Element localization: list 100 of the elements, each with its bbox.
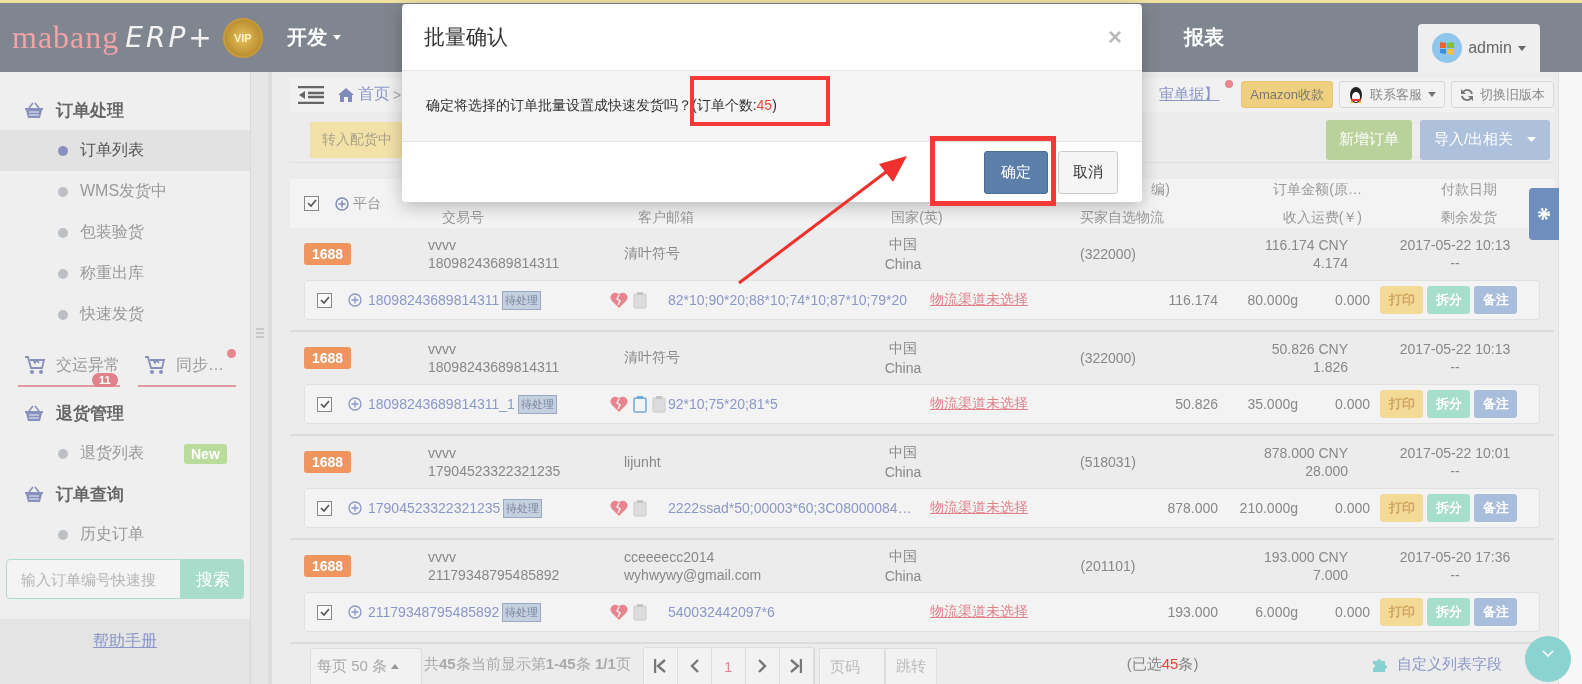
- caret-icon: [391, 664, 400, 669]
- action-button[interactable]: 备注: [1474, 598, 1517, 627]
- price: 116.174: [1167, 292, 1218, 309]
- user-menu[interactable]: admin: [1418, 24, 1540, 72]
- order-number[interactable]: 18098243689814311_1: [368, 396, 515, 413]
- sidebar-item[interactable]: 快速发货: [0, 294, 250, 335]
- top-button[interactable]: 切换旧版本: [1451, 81, 1554, 109]
- section-title: 退货管理: [56, 402, 124, 425]
- country-name: 中国: [889, 236, 917, 255]
- close-button[interactable]: ×: [1108, 23, 1122, 51]
- customer-text: 清叶符号: [624, 245, 681, 264]
- checkbox[interactable]: [304, 196, 319, 212]
- action-button[interactable]: 备注: [1474, 390, 1517, 419]
- logistics-link[interactable]: 物流渠道未选择: [930, 603, 1130, 622]
- platform-badge: 1688: [304, 451, 352, 474]
- first-page-button[interactable]: [643, 648, 678, 684]
- count-badge: 11: [92, 373, 118, 387]
- new-order-button[interactable]: 新增订单: [1326, 119, 1412, 160]
- shipping-income: 1.826: [1312, 359, 1348, 376]
- custom-fields-link[interactable]: 自定义列表字段: [1397, 654, 1502, 674]
- page-button[interactable]: 1: [711, 648, 746, 684]
- sidebar-item[interactable]: 包装验货: [0, 212, 250, 253]
- action-button[interactable]: 备注: [1474, 494, 1517, 523]
- expand-icon[interactable]: [348, 293, 362, 308]
- price: 193.000: [1166, 604, 1218, 621]
- checkbox[interactable]: [317, 500, 332, 516]
- settings-button[interactable]: [1529, 188, 1559, 240]
- checkbox[interactable]: [317, 292, 332, 308]
- action-button[interactable]: 拆分: [1427, 494, 1470, 523]
- action-button[interactable]: 拆分: [1427, 286, 1470, 315]
- fee: 0.000: [1333, 604, 1370, 621]
- sidebar-item[interactable]: 退货列表 New: [0, 433, 250, 474]
- platform-filter[interactable]: 平台: [335, 194, 381, 213]
- basket-icon: [24, 102, 44, 118]
- top-button[interactable]: 联系客服: [1339, 81, 1445, 109]
- status-tag: 待处理: [502, 290, 542, 310]
- weight: 6.000g: [1254, 604, 1298, 621]
- expand-icon[interactable]: [348, 605, 362, 620]
- home-icon: [338, 87, 354, 102]
- expand-icon[interactable]: [348, 397, 362, 412]
- postcode: (322000): [1079, 350, 1136, 367]
- sidebar-item[interactable]: 称重出库: [0, 253, 250, 294]
- breadcrumb-link[interactable]: 首页: [358, 84, 390, 106]
- review-link[interactable]: 审单据】: [1159, 85, 1220, 105]
- action-button[interactable]: 拆分: [1427, 390, 1470, 419]
- gear-icon: [1537, 207, 1551, 221]
- order-amount: 878.000 CNY: [1263, 445, 1348, 462]
- column-header: 剩余发货: [1441, 209, 1497, 228]
- sidebar-item[interactable]: 历史订单: [0, 514, 250, 555]
- expand-icon[interactable]: [348, 501, 362, 516]
- confirm-button[interactable]: 确定: [984, 150, 1048, 194]
- last-page-icon: [790, 659, 803, 673]
- cancel-button[interactable]: 取消: [1058, 150, 1118, 194]
- clipboard-icon: [652, 395, 666, 414]
- fee: 0.000: [1333, 500, 1370, 517]
- caret-icon: [1517, 45, 1526, 51]
- page-summary: 共45条当前显示第1-45条 1/1页: [424, 654, 631, 674]
- nav-menu[interactable]: 开发: [282, 20, 345, 55]
- shortcut-tab[interactable]: 交运异常 11: [18, 345, 120, 387]
- bullet-dot: [58, 448, 68, 459]
- order-number[interactable]: 18098243689814311: [368, 292, 500, 309]
- customer-text: lijunht: [624, 454, 662, 471]
- dialog-title: 批量确认: [424, 24, 509, 50]
- postcode: (322000): [1079, 246, 1136, 263]
- page-size-select[interactable]: 每页 50 条: [310, 648, 422, 684]
- country-name: 中国: [889, 340, 917, 359]
- logo-suffix: ERP+: [125, 21, 215, 54]
- logistics-link[interactable]: 物流渠道未选择: [930, 499, 1130, 518]
- sidebar-item[interactable]: 订单列表: [0, 130, 250, 171]
- logistics-link[interactable]: 物流渠道未选择: [930, 395, 1130, 414]
- order-amount: 50.826 CNY: [1271, 341, 1348, 358]
- help-link[interactable]: 帮助手册: [93, 631, 157, 653]
- search-button[interactable]: 搜索: [181, 559, 244, 599]
- country-name: China: [884, 256, 922, 273]
- order-amount: 193.000 CNY: [1263, 549, 1348, 566]
- caret-icon: [1527, 137, 1537, 143]
- last-page-button[interactable]: [779, 648, 814, 684]
- action-button[interactable]: 备注: [1474, 286, 1517, 315]
- logistics-link[interactable]: 物流渠道未选择: [930, 291, 1130, 310]
- order-number[interactable]: 17904523322321235: [368, 500, 501, 517]
- shortcut-tab[interactable]: 同步…: [138, 345, 236, 387]
- sku-text: 92*10;75*20;81*5: [668, 396, 779, 413]
- search-field[interactable]: 输入订单编号快速搜: [6, 559, 181, 599]
- top-button[interactable]: Amazon收款: [1241, 81, 1333, 109]
- payment-date: 2017-05-22 10:01: [1399, 445, 1511, 462]
- checkbox[interactable]: [317, 396, 332, 412]
- previous-page-button[interactable]: [677, 648, 712, 684]
- next-page-button[interactable]: [745, 648, 780, 684]
- indent-icon[interactable]: [298, 85, 324, 104]
- weight: 35.000g: [1246, 396, 1298, 413]
- action-button[interactable]: 拆分: [1427, 598, 1470, 627]
- remaining-shipment: --: [1450, 463, 1460, 480]
- order-number[interactable]: 21179348795485892: [368, 604, 500, 621]
- import-export-button[interactable]: 导入/出相关: [1420, 119, 1550, 160]
- sidebar-item[interactable]: WMS发货中: [0, 171, 250, 212]
- broken-heart-icon: [610, 292, 628, 309]
- checkbox[interactable]: [317, 604, 332, 620]
- status-tag: 待处理: [517, 394, 557, 414]
- nav-menu[interactable]: 报表: [1180, 20, 1228, 55]
- country-name: China: [884, 464, 922, 481]
